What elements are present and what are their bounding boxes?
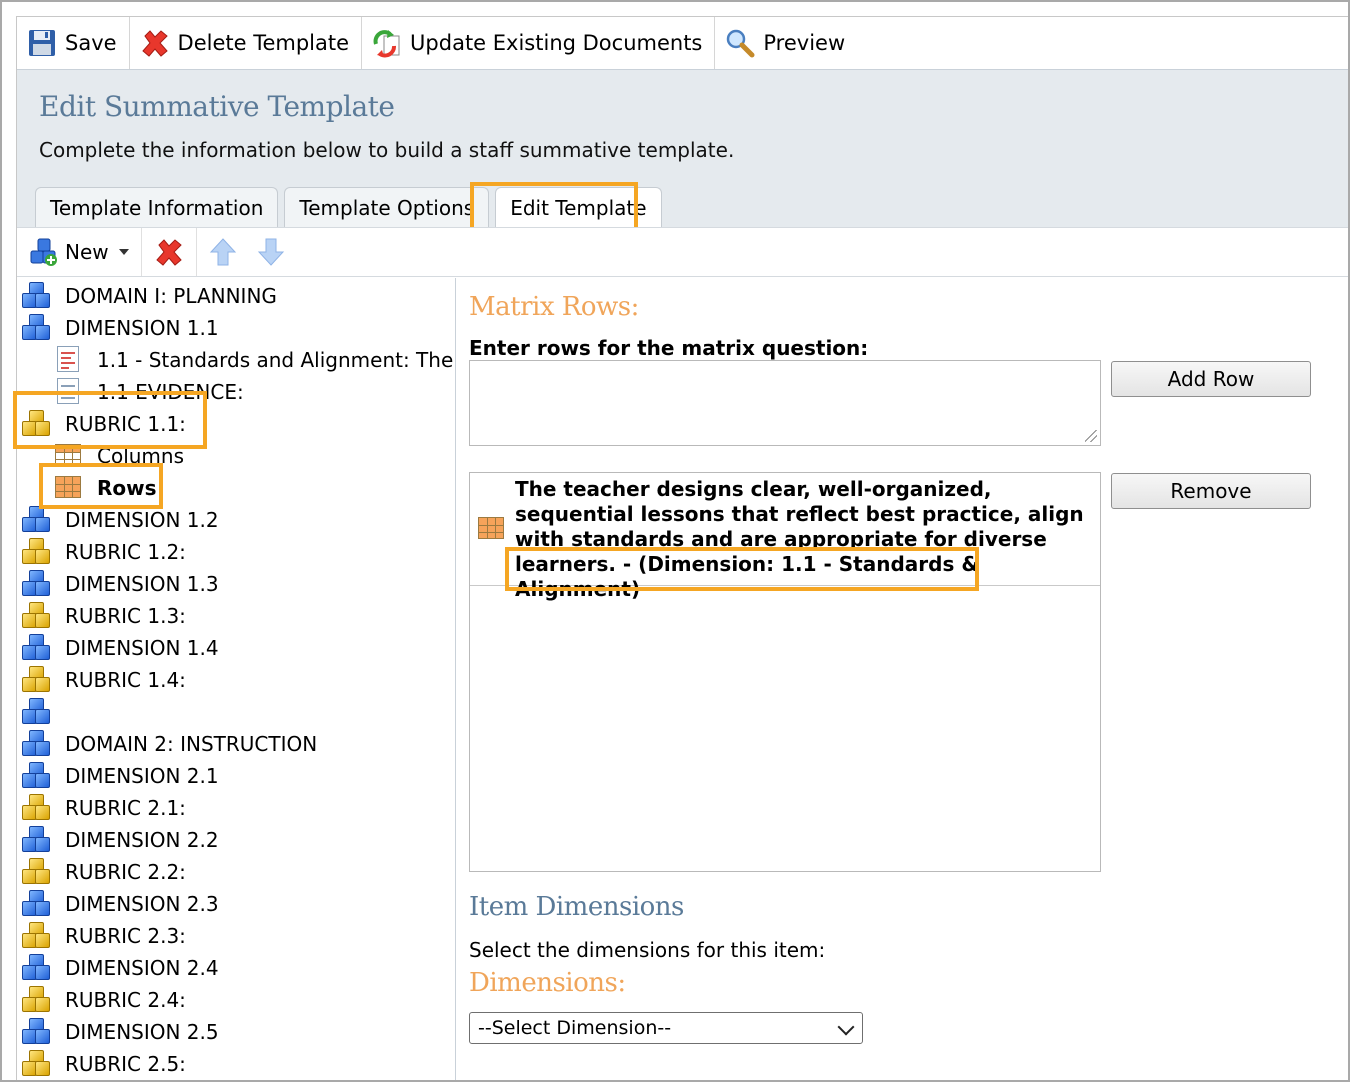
matrix-row-textarea[interactable] xyxy=(469,360,1101,446)
save-button[interactable]: Save xyxy=(17,17,130,69)
blue-cubes-icon xyxy=(21,826,53,854)
matrix-rows-list: The teacher designs clear, well-organize… xyxy=(469,472,1101,872)
highlight-rows-node xyxy=(39,463,163,509)
tree-node[interactable]: RUBRIC 1.2: xyxy=(21,536,186,568)
tree-node[interactable]: DIMENSION 2.3 xyxy=(21,888,219,920)
tree-node[interactable]: DOMAIN I: PLANNING xyxy=(21,280,277,312)
save-label: Save xyxy=(65,31,117,55)
tree-node[interactable] xyxy=(21,696,65,728)
item-dimensions-title: Item Dimensions xyxy=(469,892,684,922)
tree-toolbar: New xyxy=(17,227,1348,277)
gold-cubes-icon xyxy=(21,794,53,822)
blue-cubes-icon xyxy=(21,314,53,342)
refresh-document-icon xyxy=(372,28,402,58)
new-item-icon xyxy=(29,237,59,267)
tree-node[interactable]: DIMENSION 2.2 xyxy=(21,824,219,856)
tree-node[interactable]: DIMENSION 2.1 xyxy=(21,760,219,792)
delete-node-button[interactable] xyxy=(142,228,197,276)
tree-node[interactable]: RUBRIC 2.5: xyxy=(21,1048,186,1080)
blue-cubes-icon xyxy=(21,634,53,662)
tree-node[interactable]: DIMENSION 1.4 xyxy=(21,632,219,664)
blue-cubes-icon xyxy=(21,890,53,918)
blue-cubes-icon xyxy=(21,954,53,982)
red-x-icon xyxy=(155,239,182,266)
move-up-button[interactable] xyxy=(197,228,249,276)
tree-node[interactable]: DIMENSION 1.1 xyxy=(21,312,219,344)
item-dimensions-prompt: Select the dimensions for this item: xyxy=(469,938,826,962)
matrix-editor-panel: Matrix Rows: Enter rows for the matrix q… xyxy=(469,278,1348,1080)
gold-cubes-icon xyxy=(21,666,53,694)
gold-cubes-icon xyxy=(21,1050,53,1078)
delete-template-label: Delete Template xyxy=(177,31,350,55)
arrow-down-icon xyxy=(257,238,284,266)
page-subtitle: Complete the information below to build … xyxy=(39,138,735,162)
dimension-select-value: --Select Dimension-- xyxy=(478,1017,672,1039)
caret-down-icon xyxy=(118,249,129,255)
blue-cubes-icon xyxy=(21,730,53,758)
tree-node[interactable]: DOMAIN 2: INSTRUCTION xyxy=(21,728,317,760)
gold-cubes-icon xyxy=(21,538,53,566)
question-doc-icon xyxy=(53,346,85,374)
chevron-down-icon xyxy=(837,1018,855,1036)
highlight-rubric-node xyxy=(13,391,207,449)
tree-node[interactable]: RUBRIC 1.3: xyxy=(21,600,186,632)
tree-node[interactable]: RUBRIC 2.4: xyxy=(21,984,186,1016)
arrow-up-icon xyxy=(209,238,236,266)
blue-cubes-icon xyxy=(21,698,53,726)
highlight-dimension-text xyxy=(505,547,979,591)
floppy-disk-icon xyxy=(27,28,57,58)
tree-node[interactable]: RUBRIC 2.2: xyxy=(21,856,186,888)
blue-cubes-icon xyxy=(21,506,53,534)
page-header: Edit Summative Template Complete the inf… xyxy=(17,70,1348,227)
red-x-icon xyxy=(140,28,170,58)
tree-node[interactable]: RUBRIC 2.1: xyxy=(21,792,186,824)
new-dropdown-button[interactable]: New xyxy=(17,228,142,276)
gold-cubes-icon xyxy=(21,858,53,886)
tree-node[interactable]: DIMENSION 2.4 xyxy=(21,952,219,984)
gold-cubes-icon xyxy=(21,986,53,1014)
matrix-rows-title: Matrix Rows: xyxy=(469,292,639,322)
blue-cubes-icon xyxy=(21,1018,53,1046)
update-existing-documents-label: Update Existing Documents xyxy=(410,31,703,55)
gold-cubes-icon xyxy=(21,602,53,630)
dimensions-label: Dimensions: xyxy=(469,968,626,998)
update-existing-documents-button[interactable]: Update Existing Documents xyxy=(362,17,716,69)
blue-cubes-icon xyxy=(21,570,53,598)
tab-template-information[interactable]: Template Information xyxy=(35,187,279,227)
tree-node[interactable]: RUBRIC 2.3: xyxy=(21,920,186,952)
grid-icon xyxy=(478,517,504,539)
remove-button[interactable]: Remove xyxy=(1111,473,1311,509)
page-title: Edit Summative Template xyxy=(39,90,395,123)
matrix-rows-prompt: Enter rows for the matrix question: xyxy=(469,336,869,360)
main-toolbar: Save Delete Template Update Existing Doc… xyxy=(17,17,1348,70)
gold-cubes-icon xyxy=(21,922,53,950)
delete-template-button[interactable]: Delete Template xyxy=(130,17,363,69)
tree-node[interactable]: DIMENSION 1.3 xyxy=(21,568,219,600)
move-down-button[interactable] xyxy=(249,228,297,276)
screenshot-frame: Save Delete Template Update Existing Doc… xyxy=(0,0,1350,1082)
dimension-select[interactable]: --Select Dimension-- xyxy=(469,1012,863,1044)
tree-node[interactable]: RUBRIC 1.4: xyxy=(21,664,186,696)
tab-template-options[interactable]: Template Options xyxy=(284,187,490,227)
new-label: New xyxy=(65,240,109,264)
resize-grip-icon[interactable] xyxy=(1085,430,1097,442)
tree-node[interactable]: DIMENSION 2.5 xyxy=(21,1016,219,1048)
editor-window: Save Delete Template Update Existing Doc… xyxy=(13,16,1348,1080)
add-row-button[interactable]: Add Row xyxy=(1111,361,1311,397)
magnifier-icon xyxy=(725,28,755,58)
preview-label: Preview xyxy=(763,31,846,55)
blue-cubes-icon xyxy=(21,282,53,310)
preview-button[interactable]: Preview xyxy=(715,17,857,69)
tree-node[interactable]: 1.1 - Standards and Alignment: The te xyxy=(53,344,455,376)
blue-cubes-icon xyxy=(21,762,53,790)
